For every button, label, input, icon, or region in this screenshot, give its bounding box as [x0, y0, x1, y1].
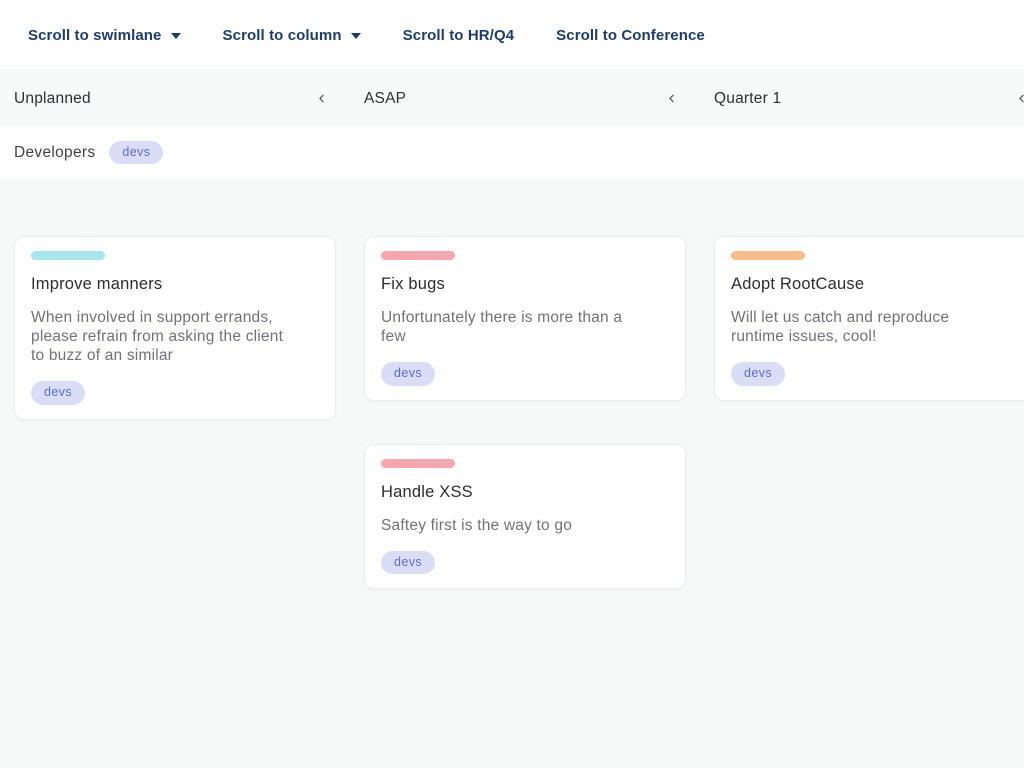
card-handle-xss[interactable]: Handle XSS Saftey first is the way to go… — [364, 444, 686, 590]
column-header-asap: ASAP — [350, 71, 700, 126]
chevron-left-button[interactable] — [1013, 90, 1024, 107]
chevron-left-icon — [315, 92, 328, 105]
card-title: Handle XSS — [381, 483, 669, 502]
chevron-left-button[interactable] — [663, 90, 680, 107]
swimlane-tag-badge: devs — [109, 141, 163, 165]
card-tag-badge: devs — [731, 362, 785, 386]
scroll-to-column-button[interactable]: Scroll to column — [223, 27, 361, 44]
chevron-left-icon — [1015, 92, 1024, 105]
swimlane-title: Developers — [14, 144, 95, 162]
column-header-unplanned: Unplanned — [0, 71, 350, 126]
card-color-bar — [381, 459, 455, 468]
caret-down-icon — [171, 33, 181, 39]
kanban-board: Improve manners When involved in support… — [0, 179, 1024, 768]
board-column-unplanned: Improve manners When involved in support… — [0, 236, 350, 768]
card-description: Saftey first is the way to go — [381, 516, 669, 535]
scroll-to-conference-label: Scroll to Conference — [556, 27, 705, 44]
column-header-quarter-1: Quarter 1 — [700, 71, 1024, 126]
caret-down-icon — [351, 33, 361, 39]
card-description: When involved in support errands, please… — [31, 308, 319, 365]
card-title: Adopt RootCause — [731, 275, 1019, 294]
column-title: ASAP — [364, 90, 406, 108]
card-tag-badge: devs — [381, 362, 435, 386]
card-fix-bugs[interactable]: Fix bugs Unfortunately there is more tha… — [364, 236, 686, 401]
card-description: Will let us catch and reproduce runtime … — [731, 308, 1019, 346]
scroll-to-hr-q4-label: Scroll to HR/Q4 — [403, 27, 515, 44]
board-column-asap: Fix bugs Unfortunately there is more tha… — [350, 236, 700, 768]
scroll-to-swimlane-label: Scroll to swimlane — [28, 27, 162, 44]
board-column-quarter-1: Adopt RootCause Will let us catch and re… — [700, 236, 1024, 768]
card-improve-manners[interactable]: Improve manners When involved in support… — [14, 236, 336, 420]
column-title: Quarter 1 — [714, 90, 781, 108]
card-tag-badge: devs — [381, 551, 435, 575]
column-title: Unplanned — [14, 90, 91, 108]
chevron-left-button[interactable] — [313, 90, 330, 107]
card-description: Unfortunately there is more than a few — [381, 308, 669, 346]
scroll-to-swimlane-button[interactable]: Scroll to swimlane — [28, 27, 181, 44]
card-color-bar — [381, 251, 455, 260]
toolbar: Scroll to swimlane Scroll to column Scro… — [0, 0, 1024, 71]
swimlane-header-developers: Developers devs — [0, 126, 1024, 179]
card-title: Improve manners — [31, 275, 319, 294]
card-adopt-rootcause[interactable]: Adopt RootCause Will let us catch and re… — [714, 236, 1024, 401]
card-tag-badge: devs — [31, 381, 85, 405]
card-title: Fix bugs — [381, 275, 669, 294]
column-headers-row: Unplanned ASAP Quarter 1 — [0, 71, 1024, 126]
scroll-to-column-label: Scroll to column — [223, 27, 342, 44]
scroll-to-hr-q4-button[interactable]: Scroll to HR/Q4 — [403, 27, 515, 44]
scroll-to-conference-button[interactable]: Scroll to Conference — [556, 27, 705, 44]
card-color-bar — [731, 251, 805, 260]
chevron-left-icon — [665, 92, 678, 105]
card-color-bar — [31, 251, 105, 260]
